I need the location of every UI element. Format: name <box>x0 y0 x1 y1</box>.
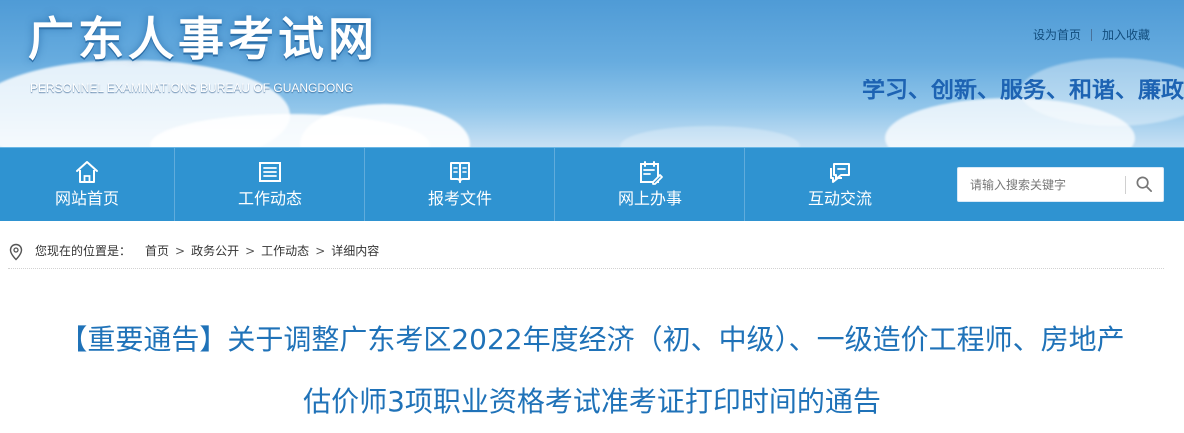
nav-item-label: 网上办事 <box>617 189 682 208</box>
set-homepage-link[interactable]: 设为首页 <box>1033 29 1081 41</box>
site-english-subtitle: PERSONNEL EXAMINATIONS BUREAU OF GUANGDO… <box>30 81 354 95</box>
breadcrumb-trail: 您现在的位置是： 首页 > 政务公开 > 工作动态 > 详细内容 <box>35 245 379 257</box>
top-links-divider <box>1090 29 1092 41</box>
breadcrumb: 您现在的位置是： 首页 > 政务公开 > 工作动态 > 详细内容 <box>0 235 1184 270</box>
breadcrumb-home-link[interactable]: 首页 <box>145 245 169 257</box>
breadcrumb-separator: > <box>315 244 326 258</box>
add-favorite-link[interactable]: 加入收藏 <box>1102 29 1150 41</box>
nav-item-home[interactable]: 网站首页 <box>0 148 174 222</box>
main-navigation: 网站首页 工作动态 报考文件 网上办事 互动交流 <box>0 147 1184 222</box>
search-button[interactable] <box>1125 168 1163 201</box>
top-utility-links: 设为首页 加入收藏 <box>1033 29 1150 41</box>
online-service-icon <box>640 161 663 185</box>
site-search-box <box>957 167 1164 202</box>
nav-item-label: 互动交流 <box>807 189 872 208</box>
site-logo-title: 广东人事考试网 <box>28 12 378 66</box>
nav-item-work-news[interactable]: 工作动态 <box>174 148 365 222</box>
news-list-icon <box>259 162 281 182</box>
article-title-line-1: 【重要通告】关于调整广东考区2022年度经济（初、中级）、一级造价工程师、房地产 <box>59 323 1125 356</box>
site-slogan: 学习、创新、服务、和谐、廉政 <box>862 79 1184 102</box>
article-title-line-2: 估价师3项职业资格考试准考证打印时间的通告 <box>303 385 881 418</box>
nav-item-label: 报考文件 <box>427 189 492 208</box>
nav-item-label: 网站首页 <box>54 189 119 208</box>
search-input[interactable] <box>958 168 1124 201</box>
breadcrumb-separator: > <box>245 244 256 258</box>
open-book-icon <box>450 162 470 183</box>
search-icon <box>1136 176 1153 193</box>
breadcrumb-divider <box>8 268 1164 269</box>
breadcrumb-work-news-link[interactable]: 工作动态 <box>261 245 309 257</box>
chat-bubbles-icon <box>830 163 850 183</box>
home-icon <box>76 161 98 183</box>
site-header: 广东人事考试网 PERSONNEL EXAMINATIONS BUREAU OF… <box>0 0 1184 147</box>
breadcrumb-current-page: 详细内容 <box>331 244 380 258</box>
nav-item-label: 工作动态 <box>237 189 302 208</box>
article-title: 【重要通告】关于调整广东考区2022年度经济（初、中级）、一级造价工程师、房地产… <box>22 309 1162 433</box>
location-pin-icon <box>9 243 23 261</box>
breadcrumb-public-affairs-link[interactable]: 政务公开 <box>191 245 239 257</box>
header-cloud <box>300 104 470 147</box>
nav-item-interaction[interactable]: 互动交流 <box>744 148 935 222</box>
breadcrumb-separator: > <box>175 244 186 258</box>
breadcrumb-prefix: 您现在的位置是： <box>35 244 132 258</box>
nav-item-exam-documents[interactable]: 报考文件 <box>364 148 555 222</box>
header-cloud <box>620 126 800 147</box>
nav-item-online-services[interactable]: 网上办事 <box>554 148 745 222</box>
